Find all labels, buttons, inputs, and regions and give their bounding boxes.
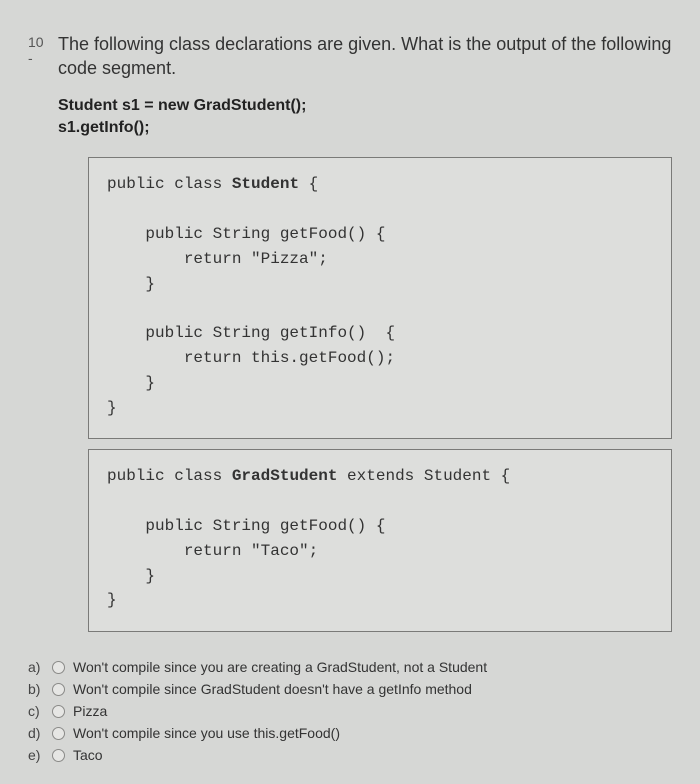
codebox-student: public class Student { public String get…: [88, 157, 672, 439]
code-line: return "Pizza";: [107, 250, 328, 268]
code-prompt-line-1: Student s1 = new GradStudent();: [58, 95, 672, 117]
question-body: The following class declarations are giv…: [58, 32, 672, 632]
code-line: }: [107, 591, 117, 609]
code-line: }: [107, 275, 155, 293]
code-line: }: [107, 567, 155, 585]
code-line: public class: [107, 467, 232, 485]
answer-letter: e): [28, 747, 44, 763]
code-prompt-line-2: s1.getInfo();: [58, 117, 672, 139]
answer-text: Won't compile since GradStudent doesn't …: [73, 681, 672, 697]
question-code-prompt: Student s1 = new GradStudent(); s1.getIn…: [58, 95, 672, 140]
code-line: extends Student {: [337, 467, 510, 485]
code-line: public String getFood() {: [107, 517, 385, 535]
code-line: public String getInfo() {: [107, 324, 395, 342]
answer-c[interactable]: c) Pizza: [28, 700, 672, 722]
radio-icon[interactable]: [52, 683, 65, 696]
code-line: public String getFood() {: [107, 225, 385, 243]
class-name-student: Student: [232, 175, 299, 193]
code-boxes: public class Student { public String get…: [88, 157, 672, 632]
question-row: 10 - The following class declarations ar…: [28, 32, 672, 632]
radio-icon[interactable]: [52, 705, 65, 718]
answer-letter: b): [28, 681, 44, 697]
radio-icon[interactable]: [52, 749, 65, 762]
question-number: 10 -: [28, 32, 50, 66]
code-line: }: [107, 374, 155, 392]
question-text: The following class declarations are giv…: [58, 32, 672, 81]
answer-text: Won't compile since you use this.getFood…: [73, 725, 672, 741]
answer-d[interactable]: d) Won't compile since you use this.getF…: [28, 722, 672, 744]
answer-letter: a): [28, 659, 44, 675]
question-page: 10 - The following class declarations ar…: [0, 0, 700, 784]
code-line: return "Taco";: [107, 542, 318, 560]
code-line: return this.getFood();: [107, 349, 395, 367]
answer-text: Taco: [73, 747, 672, 763]
answer-letter: d): [28, 725, 44, 741]
code-line: public class: [107, 175, 232, 193]
answer-choices: a) Won't compile since you are creating …: [28, 656, 672, 766]
answer-e[interactable]: e) Taco: [28, 744, 672, 766]
code-line: }: [107, 399, 117, 417]
class-name-gradstudent: GradStudent: [232, 467, 338, 485]
answer-letter: c): [28, 703, 44, 719]
codebox-gradstudent: public class GradStudent extends Student…: [88, 449, 672, 632]
radio-icon[interactable]: [52, 727, 65, 740]
answer-a[interactable]: a) Won't compile since you are creating …: [28, 656, 672, 678]
radio-icon[interactable]: [52, 661, 65, 674]
answer-text: Pizza: [73, 703, 672, 719]
answer-text: Won't compile since you are creating a G…: [73, 659, 672, 675]
code-line: {: [299, 175, 318, 193]
